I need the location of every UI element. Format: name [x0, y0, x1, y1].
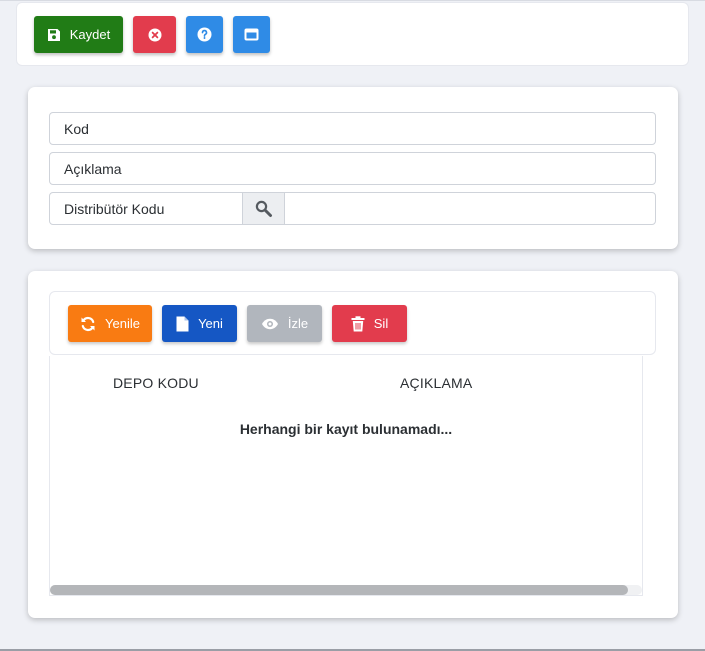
list-toolbar: Yenile Yeni İzle Sil — [49, 291, 656, 355]
distributor-search-button[interactable] — [243, 193, 285, 224]
help-button[interactable] — [186, 16, 223, 53]
window-button[interactable] — [233, 16, 270, 53]
cancel-button[interactable] — [133, 16, 176, 53]
aciklama-field[interactable]: Açıklama — [49, 152, 656, 185]
distributor-label: Distribütör Kodu — [50, 193, 243, 224]
new-button[interactable]: Yeni — [162, 305, 237, 342]
refresh-button-label: Yenile — [105, 316, 140, 331]
list-panel: Yenile Yeni İzle Sil DEPO KODU AÇIKLAMA … — [28, 271, 678, 618]
distributor-field: Distribütör Kodu — [49, 192, 656, 225]
filter-form: Kod Açıklama Distribütör Kodu — [28, 87, 678, 249]
depot-grid: DEPO KODU AÇIKLAMA Herhangi bir kayıt bu… — [49, 356, 643, 596]
save-button-label: Kaydet — [69, 27, 111, 42]
view-button-label: İzle — [287, 316, 309, 331]
new-button-label: Yeni — [198, 316, 223, 331]
delete-button[interactable]: Sil — [332, 305, 407, 342]
horizontal-scrollbar[interactable] — [50, 585, 642, 595]
search-icon — [255, 200, 273, 218]
window-icon — [244, 28, 259, 41]
main-toolbar: Kaydet — [16, 2, 689, 66]
distributor-code-input[interactable] — [285, 193, 655, 224]
cancel-icon — [148, 28, 162, 42]
kod-label: Kod — [64, 120, 89, 137]
aciklama-label: Açıklama — [64, 160, 122, 177]
save-button[interactable]: Kaydet — [34, 16, 123, 53]
delete-button-label: Sil — [373, 316, 389, 331]
kod-field[interactable]: Kod — [49, 112, 656, 145]
empty-message: Herhangi bir kayıt bulunamadı... — [239, 421, 453, 437]
refresh-button[interactable]: Yenile — [68, 305, 152, 342]
column-header-depo-kodu[interactable]: DEPO KODU — [113, 375, 199, 391]
scrollbar-thumb[interactable] — [50, 585, 628, 595]
save-icon — [47, 28, 61, 42]
eye-icon — [261, 318, 279, 330]
file-icon — [176, 316, 189, 332]
refresh-icon — [80, 316, 96, 332]
view-button[interactable]: İzle — [247, 305, 322, 342]
trash-icon — [351, 315, 365, 332]
column-header-aciklama[interactable]: AÇIKLAMA — [400, 375, 472, 391]
help-icon — [197, 27, 212, 42]
